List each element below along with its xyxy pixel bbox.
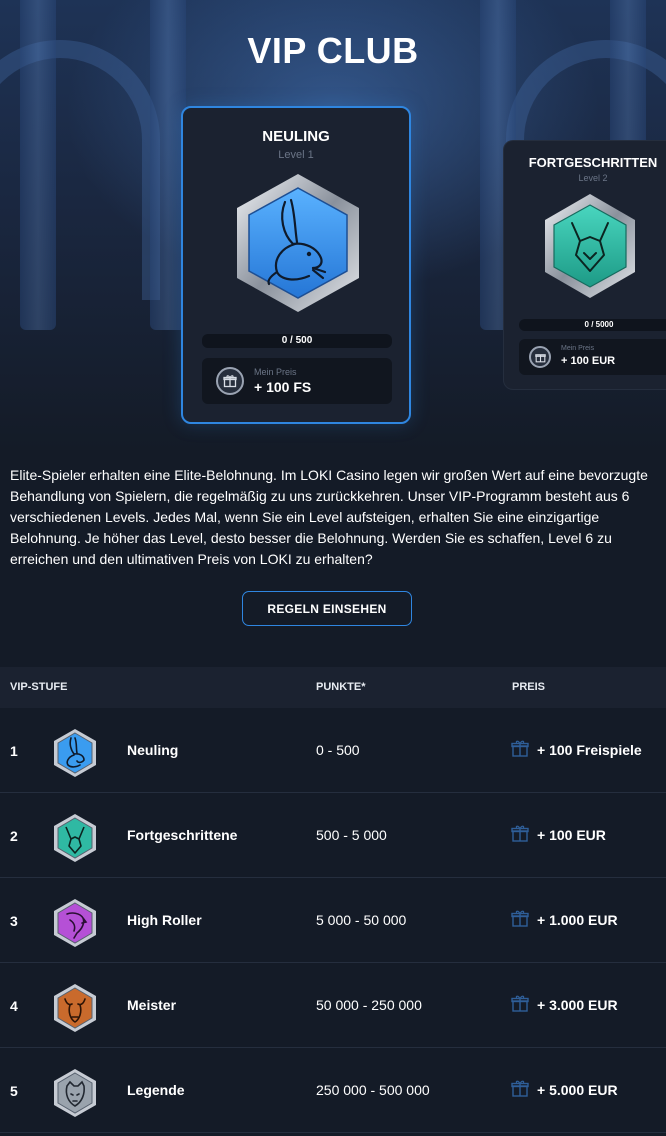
row-prize: + 100 Freispiele bbox=[537, 742, 642, 758]
row-level-name: Meister bbox=[127, 997, 177, 1013]
row-level-name: Legende bbox=[127, 1082, 185, 1098]
row-points-range: 50 000 - 250 000 bbox=[316, 997, 422, 1013]
prize-label: Mein Preis bbox=[561, 345, 595, 352]
table-row: 1 Neuling 0 - 500 + 100 Freispiele bbox=[0, 708, 666, 793]
gift-icon bbox=[511, 825, 529, 842]
gift-icon bbox=[511, 910, 529, 927]
row-level-number: 2 bbox=[10, 828, 18, 844]
row-level-number: 3 bbox=[10, 913, 18, 929]
row-level-name: High Roller bbox=[127, 912, 202, 928]
prize-label: Mein Preis bbox=[254, 367, 297, 377]
row-prize: + 5.000 EUR bbox=[537, 1082, 618, 1098]
vip-description: Elite-Spieler erhalten eine Elite-Belohn… bbox=[10, 467, 648, 567]
column-header-points: PUNKTE* bbox=[316, 681, 366, 693]
eagle-icon bbox=[54, 899, 96, 947]
fox-icon bbox=[545, 194, 635, 298]
prize-box: Mein Preis + 100 EUR bbox=[519, 339, 666, 375]
row-prize: + 1.000 EUR bbox=[537, 912, 618, 928]
row-points-range: 250 000 - 500 000 bbox=[316, 1082, 430, 1098]
row-level-number: 5 bbox=[10, 1083, 18, 1099]
card-level-name: NEULING bbox=[262, 128, 330, 145]
rabbit-icon bbox=[54, 729, 96, 777]
prize-value: + 100 FS bbox=[254, 379, 312, 395]
view-rules-button[interactable]: REGELN EINSEHEN bbox=[242, 591, 412, 626]
vip-levels-table: VIP-STUFE PUNKTE* PREIS 1 Neuling 0 - 500 +… bbox=[0, 667, 666, 1133]
gift-icon bbox=[511, 740, 529, 757]
gift-icon bbox=[216, 367, 244, 395]
table-header: VIP-STUFE PUNKTE* PREIS bbox=[0, 667, 666, 708]
bull-icon bbox=[54, 984, 96, 1032]
row-level-number: 4 bbox=[10, 998, 18, 1014]
table-row: 2 Fortgeschrittene 500 - 5 000 + 100 EUR bbox=[0, 793, 666, 878]
card-level-number: Level 1 bbox=[278, 149, 314, 161]
tiger-icon bbox=[54, 1069, 96, 1117]
rabbit-icon bbox=[237, 174, 359, 312]
card-level-name: FORTGESCHRITTEN bbox=[528, 155, 658, 170]
row-level-name: Neuling bbox=[127, 742, 179, 758]
page-title: VIP CLUB bbox=[247, 30, 419, 71]
fox-icon bbox=[54, 814, 96, 862]
gift-icon bbox=[511, 995, 529, 1012]
table-row: 4 Meister 50 000 - 250 000 + 3.000 EUR bbox=[0, 963, 666, 1048]
card-level-number: Level 2 bbox=[578, 173, 608, 183]
row-points-range: 0 - 500 bbox=[316, 742, 360, 758]
prize-value: + 100 EUR bbox=[561, 355, 616, 367]
row-points-range: 500 - 5 000 bbox=[316, 827, 387, 843]
vip-level-card-next[interactable]: FORTGESCHRITTEN Level 2 0 / 5000 Mein Pr… bbox=[503, 140, 666, 390]
column-header-level: VIP-STUFE bbox=[10, 681, 68, 693]
gift-icon bbox=[529, 346, 551, 368]
vip-level-card-current[interactable]: NEULING Level 1 0 / 500 Mein Preis + 100… bbox=[181, 106, 411, 424]
prize-box: Mein Preis + 100 FS bbox=[202, 358, 392, 404]
table-row: 3 High Roller 5 000 - 50 000 + 1.000 EUR bbox=[0, 878, 666, 963]
row-level-name: Fortgeschrittene bbox=[127, 827, 238, 843]
row-prize: + 100 EUR bbox=[537, 827, 606, 843]
row-level-number: 1 bbox=[10, 743, 18, 759]
row-prize: + 3.000 EUR bbox=[537, 997, 618, 1013]
table-row: 5 Legende 250 000 - 500 000 + 5.000 EUR bbox=[0, 1048, 666, 1133]
gift-icon bbox=[511, 1080, 529, 1097]
level-progress-bar: 0 / 500 bbox=[202, 334, 392, 348]
level-progress-bar: 0 / 5000 bbox=[519, 319, 666, 331]
column-header-prize: PREIS bbox=[512, 681, 546, 693]
row-points-range: 5 000 - 50 000 bbox=[316, 912, 407, 928]
